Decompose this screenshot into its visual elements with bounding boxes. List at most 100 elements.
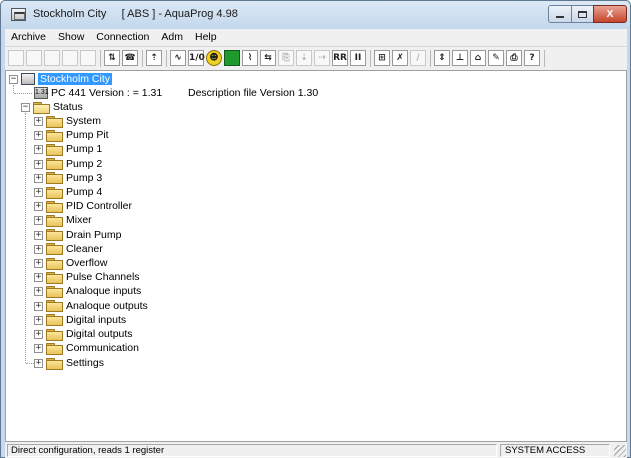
- folder-icon: [46, 186, 63, 199]
- app-window-icon[interactable]: [11, 8, 26, 21]
- print-icon[interactable]: ⎙: [506, 50, 522, 66]
- status-child-expand-toggle[interactable]: +: [34, 173, 43, 183]
- ii-icon[interactable]: II: [350, 50, 366, 66]
- status-child-expand-toggle[interactable]: +: [34, 259, 43, 268]
- status-child-expand-toggle[interactable]: +: [34, 145, 43, 155]
- transfer-icon[interactable]: ⇢: [314, 50, 330, 66]
- tree-item-mixer[interactable]: Mixer: [46, 213, 92, 227]
- menu-archive[interactable]: Archive: [5, 29, 52, 46]
- tree-item-analoque-outputs[interactable]: Analoque outputs: [46, 299, 148, 313]
- tree-version-node[interactable]: 1.31 PC 441 Version : = 1.31: [34, 86, 162, 100]
- settings-label: Settings: [66, 357, 104, 369]
- modem-icon[interactable]: ☎: [122, 50, 138, 66]
- tree-item-label: Pump Pit: [66, 129, 109, 142]
- new-icon[interactable]: [8, 50, 24, 66]
- tree-item-label: Overflow: [66, 257, 108, 269]
- description-file-version: Description file Version 1.30: [188, 87, 319, 99]
- resize-grip[interactable]: [614, 445, 626, 457]
- save-as-icon[interactable]: [62, 50, 78, 66]
- tree-item-pulse-channels[interactable]: Pulse Channels: [46, 270, 140, 284]
- title-bar[interactable]: Stockholm City [ ABS ] - AquaProg 4.98 X: [1, 1, 630, 29]
- tree-item-label: Cleaner: [66, 242, 103, 255]
- tree-root[interactable]: Stockholm City: [21, 72, 113, 86]
- menu-help[interactable]: Help: [189, 29, 223, 46]
- status-bar: Direct configuration, reads 1 register S…: [5, 442, 627, 458]
- status-child-expand-toggle[interactable]: +: [34, 202, 43, 212]
- status-child-expand-toggle[interactable]: +: [34, 344, 43, 354]
- alarm-icon[interactable]: ☻: [206, 50, 222, 66]
- chart-icon[interactable]: ⌇: [242, 50, 258, 66]
- status-child-expand-toggle[interactable]: +: [34, 117, 43, 126]
- io-icon[interactable]: 1/0: [188, 50, 205, 66]
- tree-item-label: Digital inputs: [66, 313, 127, 326]
- tree-item-pump-pit[interactable]: Pump Pit: [46, 128, 109, 142]
- signal-icon[interactable]: ∿: [170, 50, 186, 66]
- level-icon[interactable]: ⇕: [434, 50, 450, 66]
- status-child-expand-toggle[interactable]: +: [34, 131, 43, 141]
- menu-show[interactable]: Show: [52, 29, 90, 46]
- tree-item-digital-inputs[interactable]: Digital inputs: [46, 313, 126, 327]
- help-icon[interactable]: ?: [524, 50, 540, 66]
- tree-view[interactable]: − Stockholm City 1.31 PC 441 Version : =…: [5, 70, 627, 442]
- table-icon[interactable]: ⊞: [374, 50, 390, 66]
- minimize-button[interactable]: [548, 5, 572, 23]
- tree-item-pump-3[interactable]: Pump 3: [46, 171, 102, 185]
- tree-item-system[interactable]: System: [46, 114, 101, 128]
- menu-bar: Archive Show Connection Adm Help: [5, 29, 627, 46]
- edit-icon[interactable]: ✎: [488, 50, 504, 66]
- status-child-expand-toggle[interactable]: +: [34, 273, 43, 283]
- maximize-icon: [578, 10, 587, 18]
- upload-icon[interactable]: ⇡: [146, 50, 162, 66]
- menu-connection[interactable]: Connection: [90, 29, 155, 46]
- maximize-button[interactable]: [571, 5, 594, 23]
- tree-item-pump-2[interactable]: Pump 2: [46, 157, 102, 171]
- open-icon[interactable]: [26, 50, 42, 66]
- tree-item-label: Pulse Channels: [66, 271, 140, 284]
- tree-connector: [26, 363, 34, 364]
- status-child-expand-toggle[interactable]: +: [34, 301, 43, 311]
- status-child-expand-toggle[interactable]: +: [34, 216, 43, 226]
- tree-item-label: Drain Pump: [66, 228, 122, 241]
- status-child-expand-toggle[interactable]: +: [34, 315, 43, 325]
- close-button[interactable]: X: [593, 5, 627, 23]
- folder-icon: [46, 229, 63, 242]
- rr-icon[interactable]: RR: [332, 50, 348, 66]
- connect-icon[interactable]: ⇅: [104, 50, 120, 66]
- pump-icon[interactable]: ⊥: [452, 50, 468, 66]
- status-child-expand-toggle[interactable]: +: [34, 159, 43, 169]
- save-icon[interactable]: [44, 50, 60, 66]
- tree-status-node[interactable]: Status: [33, 100, 83, 114]
- compare-icon[interactable]: ⇆: [260, 50, 276, 66]
- status-child-expand-toggle[interactable]: +: [34, 244, 43, 254]
- tree-item-overflow[interactable]: Overflow: [46, 256, 107, 270]
- settings-expand-toggle[interactable]: +: [34, 359, 43, 368]
- root-collapse-toggle[interactable]: −: [9, 75, 18, 84]
- tree-item-analoque-inputs[interactable]: Analoque inputs: [46, 284, 141, 298]
- copy-icon[interactable]: ⎘: [278, 50, 294, 66]
- export-icon[interactable]: [80, 50, 96, 66]
- tools-icon[interactable]: ✗: [392, 50, 408, 66]
- status-child-expand-toggle[interactable]: +: [34, 188, 43, 197]
- status-child-expand-toggle[interactable]: +: [34, 287, 43, 297]
- status-collapse-toggle[interactable]: −: [21, 103, 30, 112]
- tree-item-pump-4[interactable]: Pump 4: [46, 185, 102, 199]
- status-child-expand-toggle[interactable]: +: [34, 330, 43, 339]
- folder-icon: [46, 328, 63, 341]
- tree-item-label: System: [66, 115, 102, 127]
- tree-item-pump-1[interactable]: Pump 1: [46, 142, 102, 156]
- status-child-expand-toggle[interactable]: +: [34, 230, 43, 240]
- download-icon[interactable]: ⇣: [296, 50, 312, 66]
- tree-item-label: Digital outputs: [66, 328, 133, 340]
- tree-item-cleaner[interactable]: Cleaner: [46, 242, 103, 256]
- tree-item-drain-pump[interactable]: Drain Pump: [46, 228, 121, 242]
- menu-adm[interactable]: Adm: [155, 29, 189, 46]
- folder-icon: [46, 342, 63, 355]
- tank-icon[interactable]: ⌂: [470, 50, 486, 66]
- tree-item-pid-controller[interactable]: PID Controller: [46, 199, 132, 213]
- tree-item-digital-outputs[interactable]: Digital outputs: [46, 327, 133, 341]
- tree-settings-node[interactable]: Settings: [46, 356, 104, 370]
- graph-icon[interactable]: ∕: [410, 50, 426, 66]
- tree-item-communication[interactable]: Communication: [46, 341, 139, 355]
- toolbar-separator: [142, 50, 143, 67]
- status-green-icon[interactable]: [224, 50, 240, 66]
